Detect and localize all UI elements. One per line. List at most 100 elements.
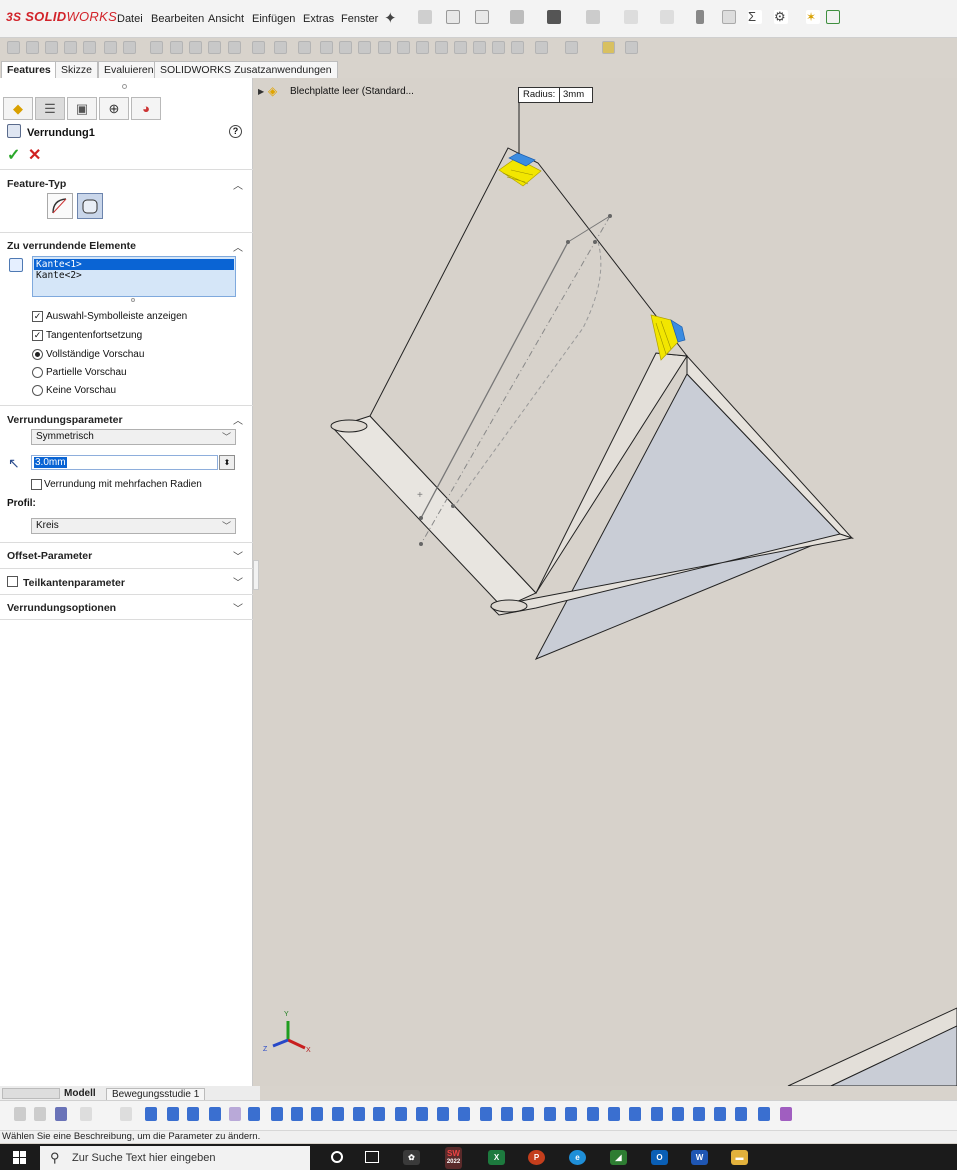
toolbar-icon[interactable]: [602, 41, 615, 54]
configurationmanager-tab[interactable]: ▣: [67, 97, 97, 120]
section-feature-type[interactable]: Feature-Typ: [7, 178, 66, 190]
snip-app-icon[interactable]: ◢: [610, 1150, 627, 1165]
radius-spinner[interactable]: ⬍: [219, 455, 235, 470]
menu-extras[interactable]: Extras: [303, 13, 334, 25]
powerpoint-icon[interactable]: P: [528, 1150, 545, 1165]
toolbar-icon[interactable]: [80, 1107, 92, 1121]
toolbar-icon[interactable]: [492, 41, 505, 54]
tangent-propagation-checkbox[interactable]: ✓: [32, 330, 43, 341]
cortana-icon[interactable]: [331, 1151, 343, 1163]
toolbar-icon[interactable]: [298, 41, 311, 54]
gear-icon[interactable]: ⚙: [774, 10, 788, 24]
tab-zusatzanwendungen[interactable]: SOLIDWORKS Zusatzanwendungen: [154, 61, 338, 78]
toolbar-icon[interactable]: [208, 41, 221, 54]
grid-icon[interactable]: [826, 10, 840, 24]
tab-skizze[interactable]: Skizze: [55, 61, 98, 78]
chevron-up-icon[interactable]: ︿: [233, 177, 243, 192]
task-view-icon[interactable]: [365, 1151, 379, 1163]
excel-icon[interactable]: X: [488, 1150, 505, 1165]
propertymanager-tab[interactable]: ☰: [35, 97, 65, 120]
outlook-icon[interactable]: O: [651, 1150, 668, 1165]
toolbar-icon[interactable]: [311, 1107, 323, 1121]
toolbar-icon[interactable]: [170, 41, 183, 54]
toolbar-icon[interactable]: [608, 1107, 620, 1121]
addin-icon[interactable]: ✶: [806, 10, 820, 24]
toolbar-icon[interactable]: [228, 41, 241, 54]
file-explorer-icon[interactable]: ▬: [731, 1150, 748, 1165]
toolbar-icon[interactable]: [320, 41, 333, 54]
menu-fenster[interactable]: Fenster: [341, 13, 378, 25]
displaymanager-tab[interactable]: ◕: [131, 97, 161, 120]
toolbar-icon[interactable]: [535, 41, 548, 54]
toolbar-icon[interactable]: [544, 1107, 556, 1121]
tab-modell[interactable]: Modell: [64, 1088, 96, 1099]
multiple-radius-checkbox[interactable]: [31, 479, 42, 490]
redo-icon[interactable]: [624, 10, 638, 24]
toolbar-icon[interactable]: [104, 41, 117, 54]
edges-selection-list[interactable]: Kante<1> Kante<2>: [32, 256, 236, 297]
windows-start-icon[interactable]: [13, 1151, 26, 1164]
toolbar-icon[interactable]: [435, 41, 448, 54]
no-preview-radio[interactable]: [32, 385, 43, 396]
toolbar-icon[interactable]: [64, 41, 77, 54]
graphics-viewport[interactable]: + Y X Z: [253, 78, 957, 1086]
toolbar-icon[interactable]: [565, 41, 578, 54]
chevron-down-icon[interactable]: ﹀: [233, 600, 243, 615]
toolbar-icon[interactable]: [454, 41, 467, 54]
toolbar-icon[interactable]: [145, 1107, 157, 1121]
toolbar-icon[interactable]: [252, 41, 265, 54]
chevron-down-icon[interactable]: ﹀: [233, 548, 243, 563]
toolbar-icon[interactable]: [14, 1107, 26, 1121]
save-icon[interactable]: [510, 10, 524, 24]
toolbar-icon[interactable]: [332, 1107, 344, 1121]
toolbar-icon[interactable]: [511, 41, 524, 54]
toolbar-icon[interactable]: [167, 1107, 179, 1121]
toolbar-icon[interactable]: [629, 1107, 641, 1121]
toolbar-icon[interactable]: [416, 41, 429, 54]
toolbar-icon[interactable]: [189, 41, 202, 54]
edge-browser-icon[interactable]: e: [569, 1150, 586, 1165]
toolbar-icon[interactable]: [209, 1107, 221, 1121]
toolbar-icon[interactable]: [339, 41, 352, 54]
section-offset-parameters[interactable]: Offset-Parameter: [7, 550, 92, 562]
help-icon[interactable]: ?: [229, 125, 242, 138]
menu-einfuegen[interactable]: Einfügen: [252, 13, 295, 25]
list-item-edge-1[interactable]: Kante<1>: [34, 259, 234, 270]
toolbar-icon[interactable]: [45, 41, 58, 54]
toolbar-icon[interactable]: [625, 41, 638, 54]
panel-splitter-handle[interactable]: [122, 84, 127, 89]
list-item-edge-2[interactable]: Kante<2>: [34, 270, 234, 281]
file-properties-icon[interactable]: [722, 10, 736, 24]
word-icon[interactable]: W: [691, 1150, 708, 1165]
pin-icon[interactable]: ✦: [384, 9, 397, 27]
dimxpert-tab[interactable]: ⊕: [99, 97, 129, 120]
radius-callout[interactable]: Radius: 3mm: [518, 87, 593, 103]
full-preview-radio[interactable]: [32, 349, 43, 360]
toolbar-icon[interactable]: [123, 41, 136, 54]
toolbar-icon[interactable]: [378, 41, 391, 54]
partial-edge-checkbox[interactable]: [7, 576, 18, 587]
menu-bearbeiten[interactable]: Bearbeiten: [151, 13, 204, 25]
toolbar-icon[interactable]: [714, 1107, 726, 1121]
select-icon[interactable]: [660, 10, 674, 24]
constant-size-fillet-button[interactable]: [47, 193, 73, 219]
profile-dropdown[interactable]: Kreis ﹀: [31, 518, 236, 534]
toolbar-icon[interactable]: [501, 1107, 513, 1121]
toolbar-icon[interactable]: [7, 41, 20, 54]
show-selection-toolbar-checkbox[interactable]: ✓: [32, 311, 43, 322]
gear-app-icon[interactable]: ✿: [403, 1150, 420, 1165]
toolbar-icon[interactable]: [274, 41, 287, 54]
toolbar-icon[interactable]: [651, 1107, 663, 1121]
toolbar-icon[interactable]: [373, 1107, 385, 1121]
home-icon[interactable]: [418, 10, 432, 24]
callout-value[interactable]: 3mm: [559, 88, 584, 102]
toolbar-icon[interactable]: [187, 1107, 199, 1121]
toolbar-icon[interactable]: [758, 1107, 770, 1121]
radius-input[interactable]: 3.0mm: [31, 455, 218, 470]
featuremanager-tab[interactable]: ◆: [3, 97, 33, 120]
chevron-up-icon[interactable]: ︿: [233, 239, 243, 254]
menu-datei[interactable]: Datei: [117, 13, 143, 25]
print-icon[interactable]: [547, 10, 561, 24]
toolbar-icon[interactable]: [395, 1107, 407, 1121]
sum-icon[interactable]: Σ: [748, 10, 762, 24]
